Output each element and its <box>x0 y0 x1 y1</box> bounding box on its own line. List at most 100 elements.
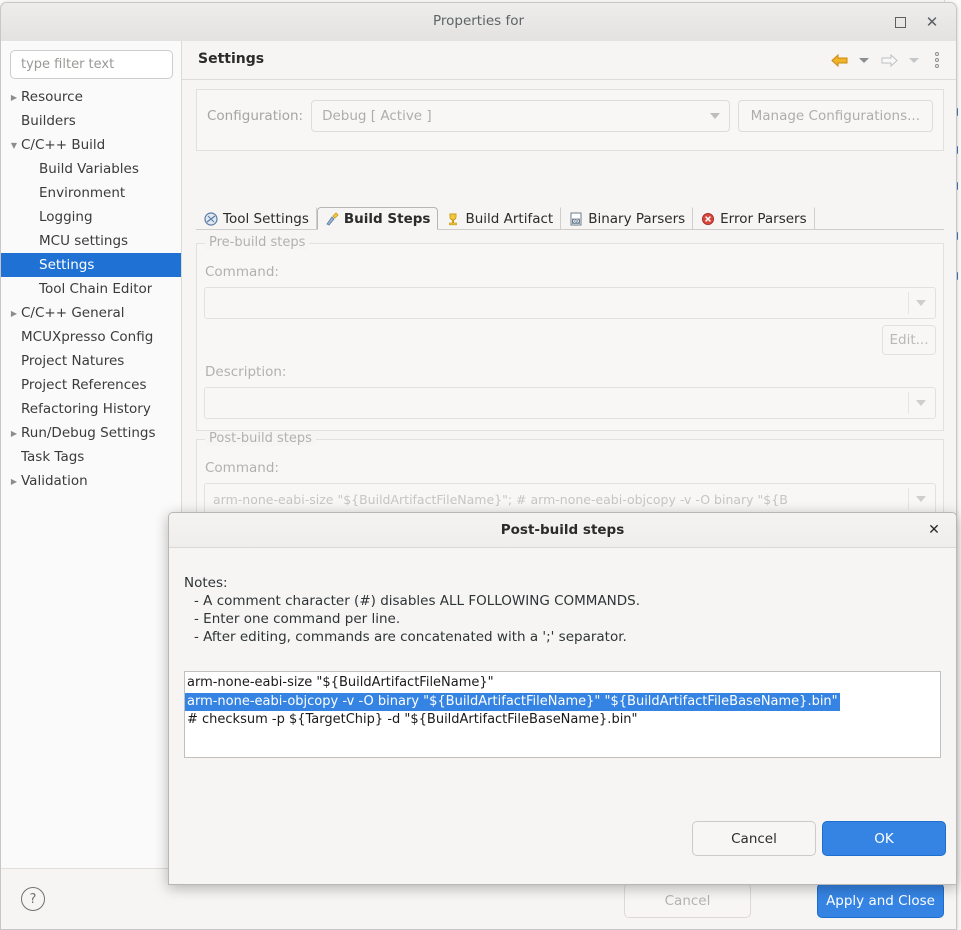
pane-nav-icons <box>828 50 946 70</box>
sidebar-item-mcu-settings[interactable]: MCU settings <box>1 229 181 253</box>
tab-label: Build Steps <box>343 210 431 227</box>
chevron-down-icon <box>709 113 720 119</box>
tab-binary-parsers[interactable]: 010 Binary Parsers <box>561 207 694 230</box>
cancel-button[interactable]: Cancel <box>624 883 751 918</box>
chevron-right-icon[interactable]: ▶ <box>7 429 21 438</box>
apply-and-close-button[interactable]: Apply and Close <box>817 883 944 918</box>
manage-configurations-button[interactable]: Manage Configurations... <box>737 100 933 132</box>
sidebar-item-label: Settings <box>39 257 95 273</box>
sidebar-item-settings[interactable]: Settings <box>1 253 181 277</box>
sidebar-item-label: Refactoring History <box>21 401 151 417</box>
error-parsers-icon <box>701 212 715 226</box>
chevron-down-icon[interactable]: ▼ <box>7 141 21 150</box>
prebuild-edit-button[interactable]: Edit... <box>882 325 936 355</box>
tab-build-artifact[interactable]: Build Artifact <box>438 207 562 230</box>
sidebar-item-refactoring-history[interactable]: Refactoring History <box>1 397 181 421</box>
sidebar-item-environment[interactable]: Environment <box>1 181 181 205</box>
sidebar-item-label: Environment <box>39 185 126 201</box>
sidebar-item-logging[interactable]: Logging <box>1 205 181 229</box>
configuration-select[interactable]: Debug [ Active ] <box>311 100 730 132</box>
sidebar-item-tool-chain-editor[interactable]: Tool Chain Editor <box>1 277 181 301</box>
sidebar-item-label: MCU settings <box>39 233 129 249</box>
sidebar-item-label: Project Natures <box>21 353 125 369</box>
prebuild-group: Pre-build steps Command: Edit... Descrip… <box>196 235 944 431</box>
prebuild-description-input[interactable] <box>204 387 936 419</box>
command-line[interactable]: # checksum -p ${TargetChip} -d "${BuildA… <box>185 711 940 730</box>
command-line-text: arm-none-eabi-size "${BuildArtifactFileN… <box>187 675 494 690</box>
chevron-right-icon[interactable]: ▶ <box>7 309 21 318</box>
note-line: - A comment character (#) disables ALL F… <box>194 593 641 609</box>
back-history-chevron-down-icon[interactable] <box>853 50 875 70</box>
sidebar-item-resource[interactable]: ▶ Resource <box>1 85 181 109</box>
sidebar-item-label: MCUXpresso Config <box>21 329 154 345</box>
notes-heading: Notes: <box>184 575 228 591</box>
dialog-title: Post-build steps <box>500 522 625 538</box>
dialog-titlebar: Post-build steps ✕ <box>169 513 956 548</box>
help-icon[interactable]: ? <box>21 887 45 911</box>
settings-tabs: Tool Settings Build Steps Build Artifact 01… <box>196 207 944 230</box>
sidebar-item-build-variables[interactable]: Build Variables <box>1 157 181 181</box>
tab-tool-settings[interactable]: Tool Settings <box>196 207 317 230</box>
postbuild-legend: Post-build steps <box>205 431 316 446</box>
tab-label: Binary Parsers <box>588 210 686 227</box>
sidebar-item-label: Task Tags <box>21 449 85 465</box>
build-artifact-icon <box>446 212 460 226</box>
page-title: Settings <box>198 51 265 67</box>
sidebar-item-project-references[interactable]: Project References <box>1 373 181 397</box>
sidebar-item-label: Project References <box>21 377 147 393</box>
screen-root: Properties for ✕ type filter text ▶ Resou… <box>0 0 961 930</box>
chevron-down-icon <box>916 496 926 502</box>
sidebar-item-mcuxpresso-config[interactable]: MCUXpresso Config <box>1 325 181 349</box>
svg-text:010: 010 <box>572 219 580 224</box>
sidebar-item-label: Builders <box>21 113 76 129</box>
close-icon[interactable]: ✕ <box>924 520 944 540</box>
sidebar-item-label: Tool Chain Editor <box>39 281 153 297</box>
sidebar-item-c-c-general[interactable]: ▶ C/C++ General <box>1 301 181 325</box>
window-titlebar: Properties for ✕ <box>1 3 956 42</box>
chevron-down-icon <box>916 400 926 406</box>
configuration-box: Configuration: Debug [ Active ] Manage C… <box>196 89 944 151</box>
prebuild-legend: Pre-build steps <box>205 235 310 250</box>
tabs-underline <box>196 229 944 230</box>
sidebar-item-validation[interactable]: ▶ Validation <box>1 469 181 493</box>
note-line: - After editing, commands are concatenat… <box>194 629 627 645</box>
filter-input[interactable]: type filter text <box>10 50 173 79</box>
prebuild-command-label: Command: <box>205 264 279 280</box>
forward-arrow-icon[interactable] <box>878 50 900 70</box>
sidebar-item-c-c-build[interactable]: ▼ C/C++ Build <box>1 133 181 157</box>
chevron-right-icon[interactable]: ▶ <box>7 477 21 486</box>
settings-tree: ▶ Resource Builders ▼ C/C++ Build Build Varia… <box>1 85 181 493</box>
commands-textarea[interactable]: arm-none-eabi-size "${BuildArtifactFileN… <box>184 671 941 758</box>
sidebar-item-label: Logging <box>39 209 93 225</box>
dialog-ok-button[interactable]: OK <box>822 821 946 856</box>
command-line[interactable]: arm-none-eabi-size "${BuildArtifactFileN… <box>185 674 940 693</box>
sidebar-item-builders[interactable]: Builders <box>1 109 181 133</box>
sidebar-item-label: Resource <box>21 89 83 105</box>
dialog-notes: Notes: - A comment character (#) disable… <box>184 574 640 646</box>
postbuild-command-input[interactable]: arm-none-eabi-size "${BuildArtifactFileN… <box>204 483 936 515</box>
maximize-icon[interactable] <box>889 11 911 33</box>
command-line[interactable]: arm-none-eabi-objcopy -v -O binary "${Bu… <box>185 692 940 711</box>
prebuild-command-input[interactable] <box>204 287 936 319</box>
close-icon[interactable]: ✕ <box>921 11 943 33</box>
tool-settings-icon <box>204 211 218 226</box>
postbuild-command-value: arm-none-eabi-size "${BuildArtifactFileN… <box>213 491 788 507</box>
sidebar-item-project-natures[interactable]: Project Natures <box>1 349 181 373</box>
sidebar-item-task-tags[interactable]: Task Tags <box>1 445 181 469</box>
kebab-menu-icon[interactable] <box>928 50 946 70</box>
tab-label: Error Parsers <box>720 210 807 227</box>
tab-error-parsers[interactable]: Error Parsers <box>693 207 815 230</box>
settings-sidebar: type filter text ▶ Resource Builders ▼ C/C++… <box>1 41 182 869</box>
tab-build-steps[interactable]: Build Steps <box>316 207 439 230</box>
chevron-right-icon[interactable]: ▶ <box>7 93 21 102</box>
dialog-cancel-button[interactable]: Cancel <box>692 821 816 856</box>
command-line-text: # checksum -p ${TargetChip} -d "${BuildA… <box>187 712 638 727</box>
command-line-selected: arm-none-eabi-objcopy -v -O binary "${Bu… <box>185 692 840 711</box>
sidebar-item-run-debug-settings[interactable]: ▶ Run/Debug Settings <box>1 421 181 445</box>
back-arrow-icon[interactable] <box>828 50 850 70</box>
chevron-down-icon <box>916 300 926 306</box>
forward-history-chevron-down-icon[interactable] <box>903 50 925 70</box>
sidebar-item-label: C/C++ Build <box>21 137 106 153</box>
prebuild-description-label: Description: <box>205 364 287 380</box>
window-title: Properties for <box>432 13 525 29</box>
